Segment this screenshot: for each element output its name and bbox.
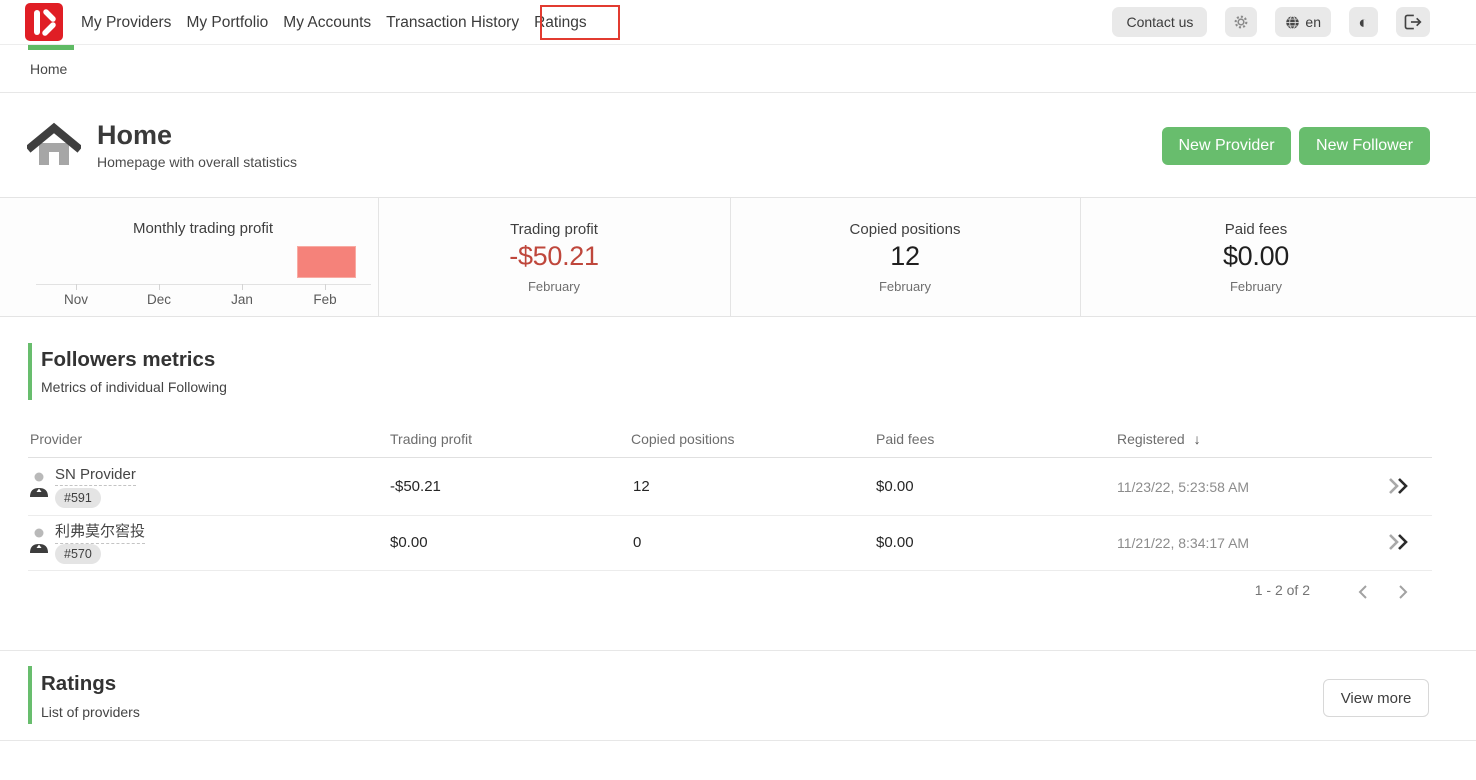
followers-section-title: Followers metrics bbox=[41, 348, 215, 372]
stat-period: February bbox=[1080, 279, 1432, 294]
section-divider bbox=[0, 650, 1476, 651]
cell-copied-positions: 0 bbox=[633, 534, 641, 551]
cell-registered: 11/23/22, 5:23:58 AM bbox=[1117, 479, 1249, 495]
tick-dec bbox=[159, 284, 160, 290]
col-copied-positions: Copied positions bbox=[631, 431, 735, 447]
person-icon bbox=[29, 526, 49, 559]
logo-icon bbox=[25, 3, 63, 41]
stat-value: 12 bbox=[730, 241, 1080, 272]
provider-name-link[interactable]: 利弗莫尔窖投 bbox=[55, 520, 145, 544]
stats-band: Monthly trading profit Nov Dec Jan Feb T… bbox=[0, 197, 1476, 317]
nav-transaction-history[interactable]: Transaction History bbox=[386, 14, 519, 32]
cell-trading-profit: $0.00 bbox=[390, 534, 428, 551]
col-registered-sort[interactable]: Registered ↓ bbox=[1117, 431, 1201, 447]
x-label-feb: Feb bbox=[295, 292, 355, 307]
stat-value: -$50.21 bbox=[378, 241, 730, 272]
nav-ratings[interactable]: Ratings bbox=[534, 14, 587, 32]
stat-period: February bbox=[378, 279, 730, 294]
logout-icon bbox=[1404, 14, 1422, 30]
double-chevron-right-icon bbox=[1387, 533, 1411, 551]
cell-paid-fees: $0.00 bbox=[876, 478, 914, 495]
chart-x-axis bbox=[36, 284, 371, 285]
followers-section-accent bbox=[28, 343, 32, 400]
settings-button[interactable] bbox=[1225, 7, 1257, 37]
chart-title: Monthly trading profit bbox=[28, 220, 378, 237]
x-label-nov: Nov bbox=[46, 292, 106, 307]
page-subtitle: Homepage with overall statistics bbox=[97, 154, 297, 170]
nav-my-providers[interactable]: My Providers bbox=[81, 14, 171, 32]
stat-period: February bbox=[730, 279, 1080, 294]
table-header-divider bbox=[28, 457, 1432, 458]
language-label: en bbox=[1305, 14, 1321, 30]
cell-registered: 11/21/22, 8:34:17 AM bbox=[1117, 535, 1249, 551]
house-icon bbox=[27, 119, 81, 174]
language-button[interactable]: en bbox=[1275, 7, 1331, 37]
row-divider bbox=[28, 570, 1432, 571]
app-logo[interactable] bbox=[25, 3, 63, 41]
app-root: My Providers My Portfolio My Accounts Tr… bbox=[0, 0, 1476, 780]
logout-button[interactable] bbox=[1396, 7, 1430, 37]
stat-label: Paid fees bbox=[1080, 221, 1432, 238]
tick-nov bbox=[76, 284, 77, 290]
ratings-section-title: Ratings bbox=[41, 672, 116, 696]
gear-icon bbox=[1233, 14, 1249, 30]
sort-desc-icon: ↓ bbox=[1194, 431, 1201, 447]
stat-copied-positions: Copied positions 12 February bbox=[730, 198, 1080, 318]
stat-value: $0.00 bbox=[1080, 241, 1432, 272]
breadcrumb[interactable]: Home bbox=[30, 61, 67, 77]
open-row-button[interactable] bbox=[1387, 477, 1411, 500]
new-follower-button[interactable]: New Follower bbox=[1299, 127, 1430, 165]
theme-toggle-button[interactable]: ◐ bbox=[1349, 7, 1378, 37]
provider-name-link[interactable]: SN Provider bbox=[55, 466, 136, 486]
provider-id-badge: #570 bbox=[55, 544, 101, 564]
nav-my-accounts[interactable]: My Accounts bbox=[283, 14, 371, 32]
ratings-section-subtitle: List of providers bbox=[41, 704, 140, 720]
person-icon bbox=[29, 470, 49, 503]
col-trading-profit: Trading profit bbox=[390, 431, 472, 447]
contrast-icon: ◐ bbox=[1358, 14, 1368, 31]
ratings-section-accent bbox=[28, 666, 32, 724]
col-paid-fees: Paid fees bbox=[876, 431, 934, 447]
col-registered-label: Registered bbox=[1117, 431, 1185, 447]
tick-jan bbox=[242, 284, 243, 290]
header-divider bbox=[0, 92, 1476, 93]
stat-trading-profit: Trading profit -$50.21 February bbox=[378, 198, 730, 318]
open-row-button[interactable] bbox=[1387, 533, 1411, 556]
cell-trading-profit: -$50.21 bbox=[390, 478, 441, 495]
cell-paid-fees: $0.00 bbox=[876, 534, 914, 551]
active-nav-indicator bbox=[28, 45, 74, 50]
main-menu: My Providers My Portfolio My Accounts Tr… bbox=[81, 0, 587, 45]
followers-section-subtitle: Metrics of individual Following bbox=[41, 379, 227, 395]
feb-negative-bar bbox=[297, 246, 356, 278]
provider-id-badge: #591 bbox=[55, 488, 101, 508]
top-nav: My Providers My Portfolio My Accounts Tr… bbox=[0, 0, 1476, 45]
chevron-right-icon bbox=[1396, 584, 1410, 600]
x-label-jan: Jan bbox=[212, 292, 272, 307]
stat-paid-fees: Paid fees $0.00 February bbox=[1080, 198, 1432, 318]
chevron-left-icon bbox=[1356, 584, 1370, 600]
stat-label: Copied positions bbox=[730, 221, 1080, 238]
tick-feb bbox=[325, 284, 326, 290]
stat-label: Trading profit bbox=[378, 221, 730, 238]
pagination-prev-button[interactable] bbox=[1354, 582, 1372, 605]
new-provider-button[interactable]: New Provider bbox=[1162, 127, 1291, 165]
pagination-next-button[interactable] bbox=[1394, 582, 1412, 605]
col-provider: Provider bbox=[30, 431, 82, 447]
globe-icon bbox=[1285, 15, 1300, 30]
view-more-button[interactable]: View more bbox=[1323, 679, 1429, 717]
double-chevron-right-icon bbox=[1387, 477, 1411, 495]
pagination-range: 1 - 2 of 2 bbox=[1150, 582, 1310, 598]
row-divider bbox=[28, 515, 1432, 516]
x-label-dec: Dec bbox=[129, 292, 189, 307]
page-title: Home bbox=[97, 120, 172, 151]
nav-my-portfolio[interactable]: My Portfolio bbox=[186, 14, 268, 32]
contact-us-button[interactable]: Contact us bbox=[1112, 7, 1207, 37]
cell-copied-positions: 12 bbox=[633, 478, 650, 495]
nav-actions: Contact us en ◐ bbox=[1112, 7, 1430, 37]
bottom-divider bbox=[0, 740, 1476, 741]
